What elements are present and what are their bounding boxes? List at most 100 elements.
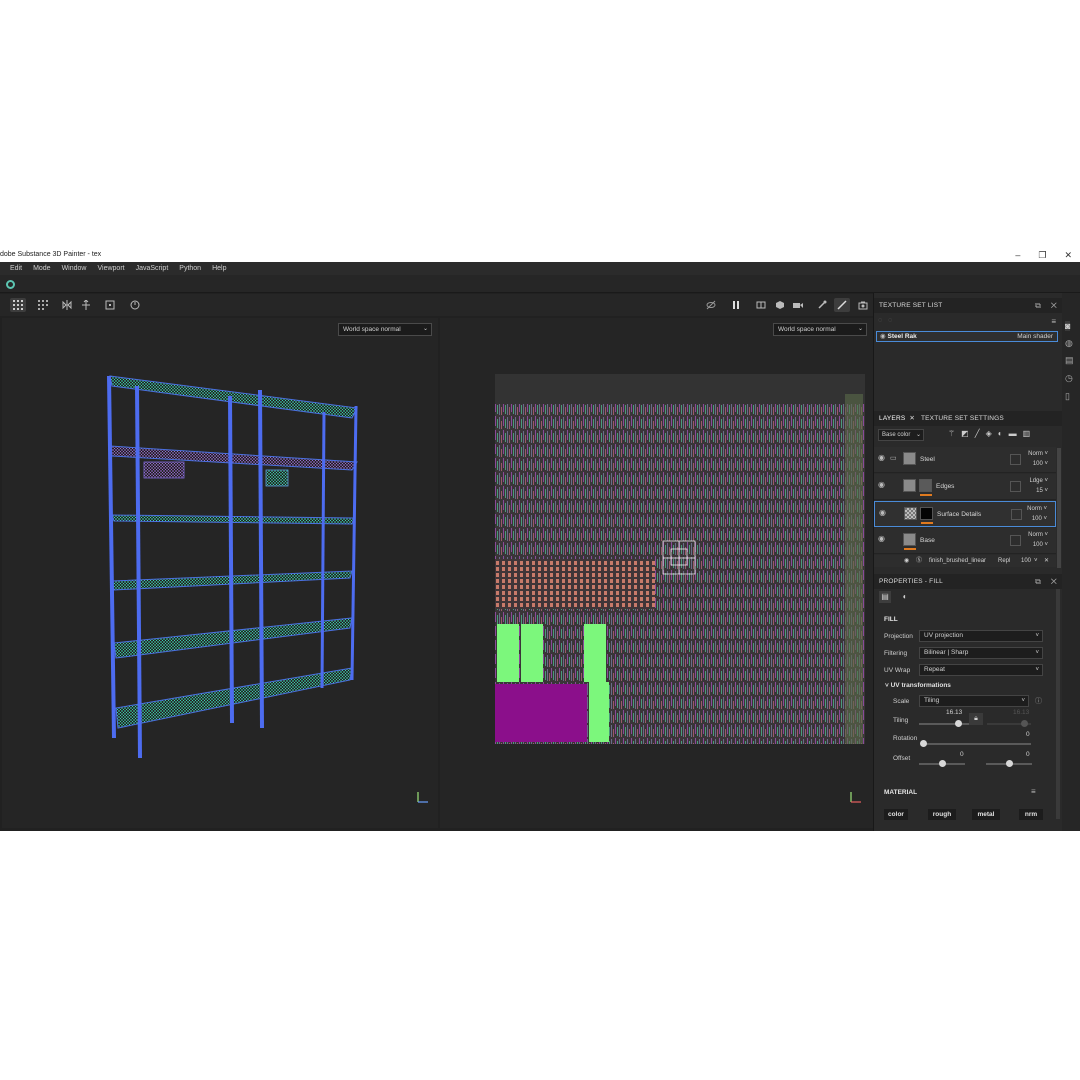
eye-icon[interactable]: ◉	[904, 555, 909, 567]
log-icon[interactable]: ▯	[1065, 391, 1070, 402]
pause-icon[interactable]	[728, 298, 744, 312]
offset-u-slider[interactable]	[919, 760, 965, 767]
layer-blend[interactable]: Ldge ˅ 15 ˅	[1029, 476, 1048, 496]
effect-opacity[interactable]: 100	[1021, 555, 1031, 567]
menu-icon[interactable]: ≡	[1051, 317, 1056, 326]
layer-row[interactable]: ◉ Edges Ldge ˅ 15 ˅	[874, 474, 1056, 500]
eye-icon[interactable]: ◉	[879, 509, 888, 517]
layer-blend[interactable]: Norm ˅ 100 ˅	[1028, 449, 1048, 469]
symmetry-icon[interactable]	[59, 298, 75, 312]
menu-edit[interactable]: Edit	[10, 265, 22, 272]
eye-icon[interactable]: ◉	[878, 454, 887, 462]
blend-mode[interactable]: Norm	[1028, 451, 1043, 457]
menu-help[interactable]: Help	[212, 265, 226, 272]
eye-icon[interactable]: ◉	[880, 333, 886, 340]
blend-mode[interactable]: Ldge	[1029, 478, 1042, 484]
grid-view-icon[interactable]	[10, 298, 26, 312]
shader-name[interactable]: Main shader	[1017, 332, 1053, 341]
undock-icon[interactable]: ⧉	[1035, 301, 1041, 310]
offset-v-slider[interactable]	[986, 760, 1032, 767]
menu-viewport[interactable]: Viewport	[97, 265, 124, 272]
layer-blend[interactable]: Norm ˅ 100 ˅	[1028, 530, 1048, 550]
scale-dropdown[interactable]: Tiling ˅	[919, 695, 1029, 707]
hide-icon[interactable]	[703, 298, 719, 312]
eye-icon[interactable]: ◉	[878, 535, 887, 543]
material-rough-button[interactable]: rough	[928, 809, 956, 820]
tab-texture-set-settings[interactable]: TEXTURE SET SETTINGS	[921, 415, 1004, 422]
close-icon[interactable]: ✕	[1051, 577, 1057, 586]
material-color-button[interactable]: color	[884, 809, 908, 820]
layer-opacity[interactable]: 100	[1033, 461, 1043, 467]
offset-u-value[interactable]: 0	[960, 751, 964, 758]
blend-mode[interactable]: Norm	[1028, 532, 1043, 538]
projection-dropdown[interactable]: UV projection ˅	[919, 630, 1043, 642]
frame-icon[interactable]	[102, 298, 118, 312]
layer-row-selected[interactable]: ◉ Surface Details Norm ˅ 100 ˅	[874, 501, 1056, 527]
effect-blend[interactable]: Repl	[998, 555, 1010, 567]
light-icon[interactable]	[814, 298, 830, 312]
fill-properties-icon[interactable]: ▤	[879, 591, 891, 603]
viewport-2d-channel-dropdown[interactable]: World space normal ⌄	[773, 323, 867, 336]
layer-blend[interactable]: Norm ˅ 100 ˅	[1027, 504, 1047, 524]
close-tab-icon[interactable]: ✕	[907, 415, 919, 422]
display-settings-icon[interactable]: ◍	[1065, 338, 1073, 349]
split-view-icon[interactable]	[753, 298, 769, 312]
properties-scrollbar[interactable]	[1056, 589, 1060, 819]
rotation-slider[interactable]	[920, 740, 1031, 747]
undock-icon[interactable]: ⧉	[1035, 577, 1041, 586]
screenshot-icon[interactable]	[855, 298, 871, 312]
rotation-value[interactable]: 0	[1026, 731, 1030, 738]
visibility-off-icon[interactable]: ◌	[878, 317, 882, 324]
uv-transformations-toggle[interactable]: ˅ UV transformations	[885, 682, 951, 689]
layer-color-swatch[interactable]	[1010, 535, 1021, 546]
offset-v-value[interactable]: 0	[1026, 751, 1030, 758]
layer-color-swatch[interactable]	[1010, 454, 1021, 465]
fill-layer-icon[interactable]: ◈	[986, 429, 992, 441]
uvwrap-dropdown[interactable]: Repeat ˅	[919, 664, 1043, 676]
texture-set-row[interactable]: ◉ Steel Rak Main shader	[876, 331, 1058, 342]
close-icon[interactable]: ✕	[1051, 301, 1057, 310]
cube-icon[interactable]	[772, 298, 788, 312]
material-menu-icon[interactable]: ≡	[1031, 787, 1036, 796]
viewport-3d[interactable]: World space normal ⌄	[2, 318, 438, 828]
align-icon[interactable]	[78, 298, 94, 312]
tab-layers[interactable]: LAYERS	[879, 415, 905, 422]
history-icon[interactable]: ◷	[1065, 373, 1073, 384]
channel-dropdown[interactable]: Base color ⌄	[878, 429, 924, 441]
layer-color-swatch[interactable]	[1010, 481, 1021, 492]
menu-mode[interactable]: Mode	[33, 265, 51, 272]
blend-mode[interactable]: Norm	[1027, 506, 1042, 512]
mask-icon[interactable]: ◩	[961, 429, 969, 441]
reset-camera-icon[interactable]	[127, 298, 143, 312]
substance-logo-icon[interactable]	[6, 280, 15, 289]
effect-icon[interactable]: ⚚	[948, 429, 955, 441]
menu-javascript[interactable]: JavaScript	[136, 265, 169, 272]
layer-row[interactable]: ◉ Base Norm ˅ 100 ˅	[874, 528, 1056, 554]
layer-row[interactable]: ◉ ▭ Steel Norm ˅ 100 ˅	[874, 447, 1056, 473]
paint-brush-icon[interactable]	[834, 298, 850, 312]
material-metal-button[interactable]: metal	[972, 809, 1000, 820]
texture-set-list-icon[interactable]: ◙	[1065, 321, 1071, 331]
menu-python[interactable]: Python	[179, 265, 201, 272]
info-icon[interactable]: ⓘ	[1035, 696, 1042, 706]
visibility-icon[interactable]: ◌	[888, 317, 892, 324]
camera-icon[interactable]	[790, 298, 806, 312]
effect-row[interactable]: ◉ Ⓢ finish_brushed_linear Repl 100 ˅ ✕	[874, 555, 1056, 567]
delete-icon[interactable]: ▥	[1023, 429, 1031, 441]
filtering-dropdown[interactable]: Bilinear | Sharp ˅	[919, 647, 1043, 659]
menu-window[interactable]: Window	[62, 265, 87, 272]
slider-knob[interactable]	[1006, 760, 1013, 767]
lock-icon[interactable]: 🔒︎	[969, 713, 983, 725]
shelf-icon[interactable]: ▤	[1065, 355, 1074, 366]
close-icon[interactable]: ✕	[1044, 555, 1049, 567]
close-window-button[interactable]: ✕	[1064, 248, 1072, 262]
layer-opacity[interactable]: 100	[1033, 542, 1043, 548]
layers-scrollbar[interactable]	[1057, 448, 1061, 568]
minimize-button[interactable]: –	[1015, 248, 1020, 262]
material-nrm-button[interactable]: nrm	[1019, 809, 1043, 820]
tiling-u-slider[interactable]	[919, 720, 969, 727]
layer-opacity[interactable]: 15	[1036, 488, 1043, 494]
layer-color-swatch[interactable]	[1011, 509, 1022, 520]
slider-knob[interactable]	[939, 760, 946, 767]
folder-icon[interactable]: ▬	[1009, 429, 1017, 441]
